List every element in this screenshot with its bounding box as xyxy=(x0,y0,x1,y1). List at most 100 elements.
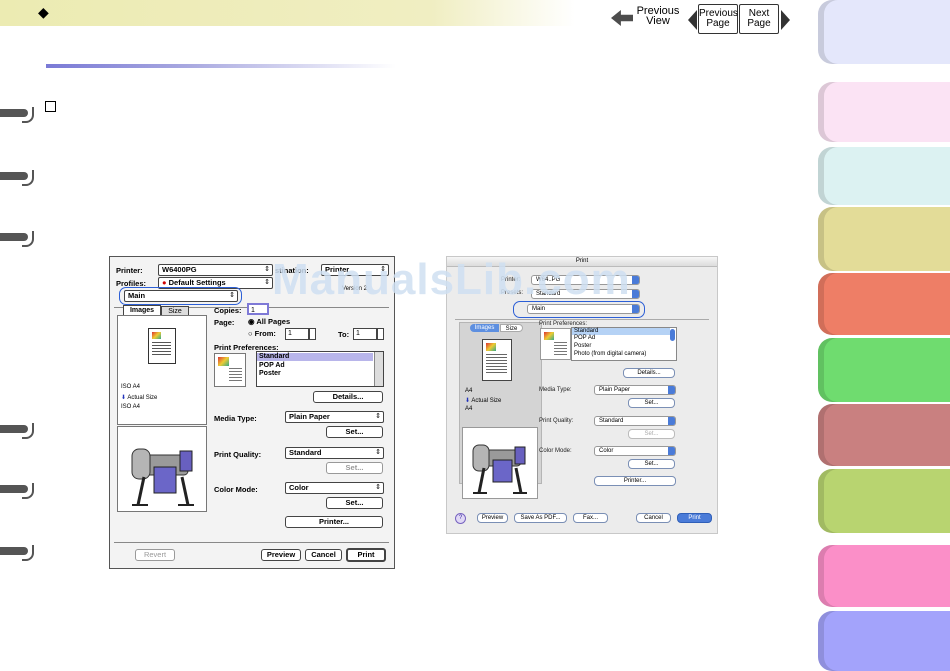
list-item[interactable]: Poster xyxy=(574,343,591,349)
preview-panel: ISO A4 ⬇ Actual Size ISO A4 xyxy=(117,315,207,425)
chapter-tab[interactable] xyxy=(818,82,950,142)
paper-size-text: A4 xyxy=(465,388,473,394)
previous-page-label-2: Page xyxy=(706,18,730,29)
print-button[interactable]: Print xyxy=(677,513,712,523)
to-label: To: xyxy=(338,330,350,339)
list-item[interactable]: Standard xyxy=(572,328,670,335)
chapter-tab[interactable] xyxy=(818,0,950,64)
chapter-tab[interactable] xyxy=(818,469,950,533)
panel-select[interactable]: Main ⇕ xyxy=(124,290,238,302)
media-set-button[interactable]: Set... xyxy=(628,398,675,408)
chapter-tab[interactable] xyxy=(818,207,950,271)
right-triangle-icon xyxy=(781,10,790,30)
preview-button[interactable]: Preview xyxy=(261,549,301,561)
chapter-tab[interactable] xyxy=(818,338,950,402)
all-pages-radio[interactable]: ◉ All Pages xyxy=(248,317,290,326)
chapter-tab[interactable] xyxy=(818,611,950,671)
revert-button[interactable]: Revert xyxy=(135,549,175,561)
next-page-button[interactable]: Next Page xyxy=(739,4,779,34)
preference-thumbnail-icon xyxy=(214,353,246,387)
printer-button[interactable]: Printer... xyxy=(285,516,383,528)
to-field[interactable]: 1 xyxy=(353,328,377,340)
hook-icon xyxy=(0,421,38,439)
chapter-tab[interactable] xyxy=(818,545,950,607)
media-type-select[interactable]: Plain Paper ⇕ xyxy=(285,411,384,423)
tab-images[interactable]: Images xyxy=(470,324,499,332)
list-item[interactable]: Poster xyxy=(259,370,281,377)
panel-select[interactable]: Main xyxy=(527,304,640,314)
printer-select[interactable]: W6400PG ⇕ xyxy=(158,264,273,276)
list-item[interactable]: Standard xyxy=(257,353,373,361)
copies-field[interactable]: 1 xyxy=(247,303,269,315)
print-quality-label: Print Quality: xyxy=(539,418,574,424)
to-stepper[interactable] xyxy=(377,328,384,340)
preferences-list[interactable]: Standard POP Ad Poster Photo (from digit… xyxy=(571,327,677,361)
page-preview-icon xyxy=(482,339,512,381)
previous-page-button[interactable]: Previous Page xyxy=(698,4,738,34)
paper-size-text: ISO A4 xyxy=(121,384,141,390)
previous-view-button[interactable]: Previous View xyxy=(607,4,685,34)
print-quality-select[interactable]: Standard xyxy=(594,416,676,426)
chapter-tab[interactable] xyxy=(818,404,950,466)
output-size-text: A4 xyxy=(465,406,473,412)
quality-set-button[interactable]: Set... xyxy=(326,462,383,474)
media-type-select[interactable]: Plain Paper xyxy=(594,385,676,395)
color-mode-label: Color Mode: xyxy=(214,485,258,494)
divider xyxy=(114,542,389,543)
output-size-text: ISO A4 xyxy=(121,404,141,410)
media-set-button[interactable]: Set... xyxy=(326,426,383,438)
printer-button[interactable]: Printer... xyxy=(594,476,676,486)
preferences-list[interactable]: Standard POP Ad Poster xyxy=(256,351,384,387)
printer-label: Printer: xyxy=(116,266,143,275)
help-icon[interactable]: ? xyxy=(455,513,466,524)
page-navigation: Previous Page Next Page xyxy=(688,4,795,36)
header-band xyxy=(0,0,575,26)
from-radio[interactable]: ○ From: xyxy=(248,329,276,338)
section-rule xyxy=(46,64,396,68)
list-scrollbar[interactable] xyxy=(670,329,675,341)
list-item[interactable]: Photo (from digital camera) xyxy=(574,351,646,357)
printer-image xyxy=(117,426,207,512)
from-stepper[interactable] xyxy=(309,328,316,340)
preference-thumbnail-icon xyxy=(540,328,571,360)
scale-text: ⬇ Actual Size xyxy=(465,398,502,404)
color-set-button[interactable]: Set... xyxy=(628,459,675,469)
hook-icon xyxy=(0,168,38,186)
list-item[interactable]: POP Ad xyxy=(259,362,285,369)
quality-set-button[interactable]: Set... xyxy=(628,429,675,439)
previous-view-label-2: View xyxy=(646,15,670,27)
left-triangle-icon xyxy=(688,10,697,30)
color-mode-select[interactable]: Color xyxy=(594,446,676,456)
chapter-tab[interactable] xyxy=(818,273,950,335)
hook-icon xyxy=(0,481,38,499)
copies-label: Copies: xyxy=(214,306,242,315)
print-button[interactable]: Print xyxy=(346,548,386,562)
print-quality-label: Print Quality: xyxy=(214,450,262,459)
diamond-bullet-icon: ◆ xyxy=(38,4,49,20)
color-set-button[interactable]: Set... xyxy=(326,497,383,509)
hook-icon xyxy=(0,543,38,561)
fax-button[interactable]: Fax... xyxy=(573,513,608,523)
cancel-button[interactable]: Cancel xyxy=(305,549,342,561)
page-label: Page: xyxy=(214,318,235,327)
scale-text: ⬇ Actual Size xyxy=(121,395,158,401)
list-scrollbar[interactable] xyxy=(374,352,383,386)
from-field[interactable]: 1 xyxy=(285,328,309,340)
tab-size[interactable]: Size xyxy=(500,324,523,332)
hook-icon xyxy=(0,229,38,247)
color-mode-label: Color Mode: xyxy=(539,448,572,454)
print-quality-select[interactable]: Standard ⇕ xyxy=(285,447,384,459)
save-as-pdf-button[interactable]: Save As PDF... xyxy=(514,513,567,523)
cancel-button[interactable]: Cancel xyxy=(636,513,671,523)
chapter-tab[interactable] xyxy=(818,147,950,205)
back-arrow-icon xyxy=(611,10,633,26)
color-mode-select[interactable]: Color ⇕ xyxy=(285,482,384,494)
list-item[interactable]: POP Ad xyxy=(574,335,595,341)
page-preview-icon xyxy=(148,328,176,364)
preview-column: Images Size A4 ⬇ Actual Size A4 xyxy=(459,322,542,499)
media-type-label: Media Type: xyxy=(539,387,572,393)
preview-button[interactable]: Preview xyxy=(477,513,508,523)
details-button[interactable]: Details... xyxy=(313,391,383,403)
divider xyxy=(455,319,709,320)
details-button[interactable]: Details... xyxy=(623,368,675,378)
